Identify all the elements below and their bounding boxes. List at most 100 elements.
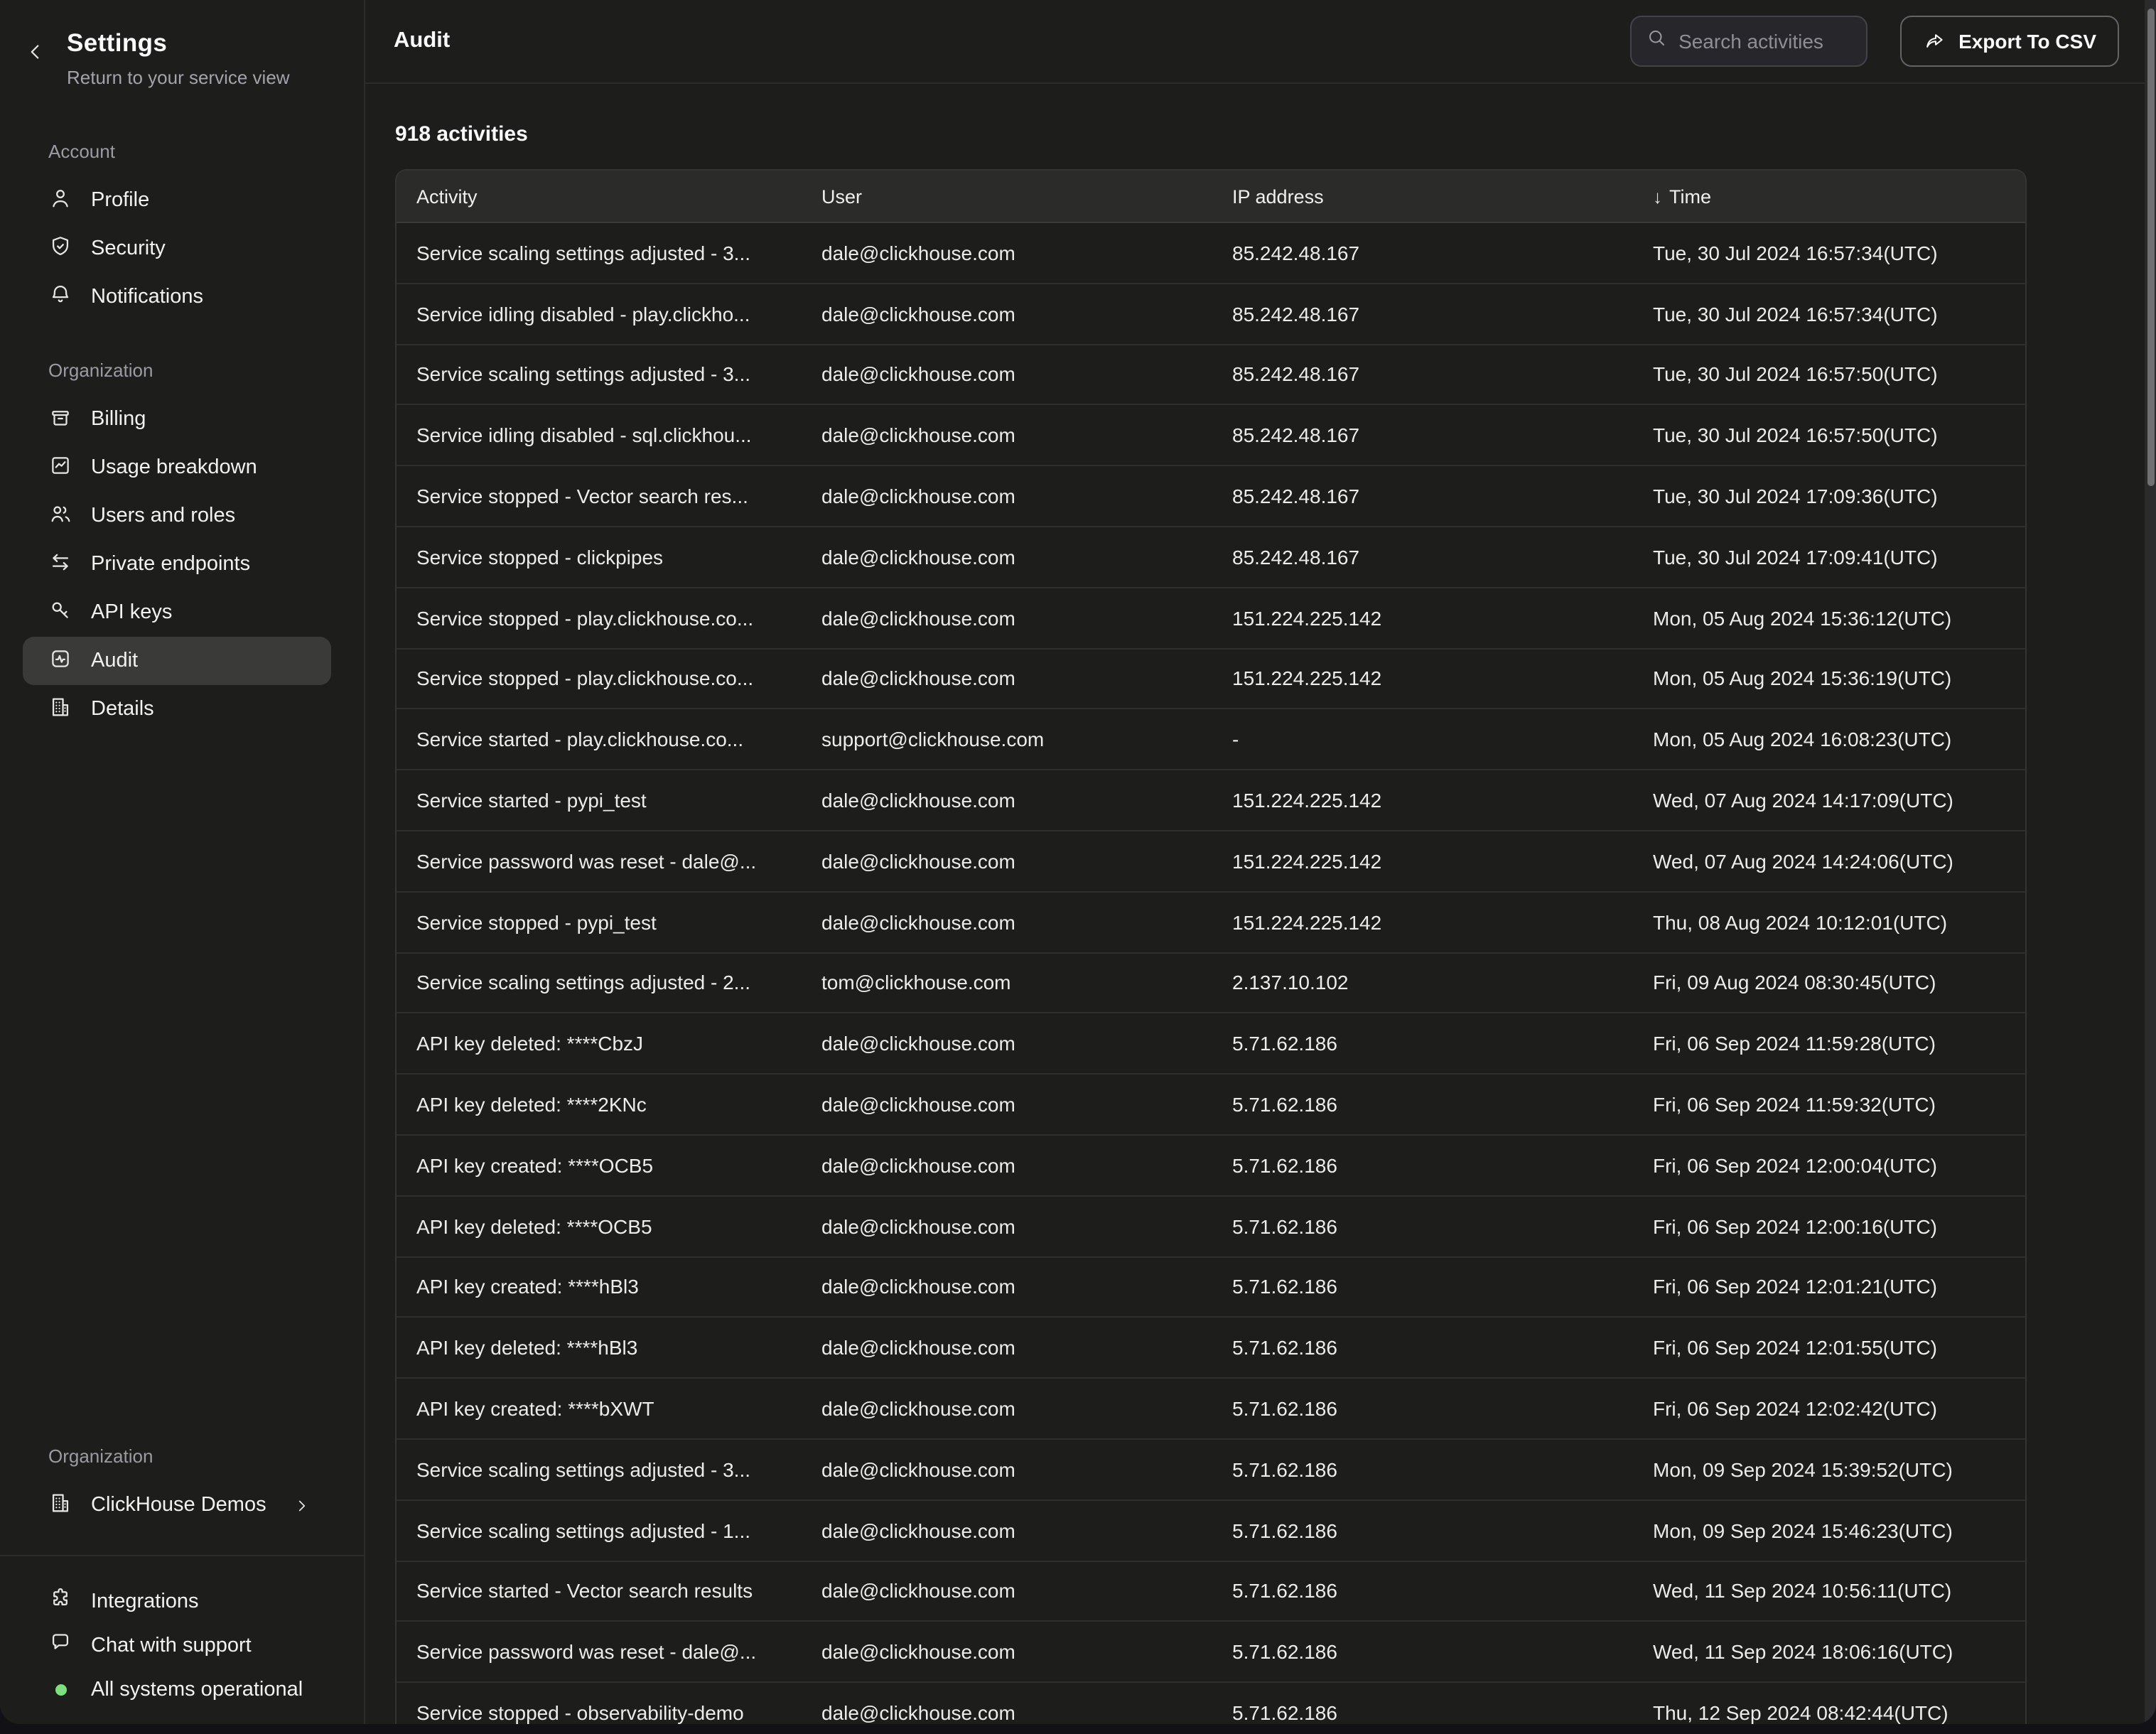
sidebar-item-private-endpoints[interactable]: Private endpoints [23, 540, 331, 588]
window-bottom-edge [0, 1724, 2156, 1734]
sidebar-item-audit[interactable]: Audit [23, 637, 331, 685]
billing-box-icon [48, 404, 72, 434]
sidebar-item-api-keys[interactable]: API keys [23, 588, 331, 637]
ip-cell: 151.224.225.142 [1212, 910, 1633, 933]
activity-cell: Service scaling settings adjusted - 3... [397, 363, 802, 386]
time-cell: Mon, 05 Aug 2024 16:08:23(UTC) [1633, 728, 2028, 751]
time-cell: Fri, 06 Sep 2024 12:02:42(UTC) [1633, 1397, 2028, 1420]
sidebar-item-label: Billing [91, 408, 146, 431]
table-row: Service scaling settings adjusted - 3...… [397, 1438, 2025, 1499]
activity-cell: Service stopped - play.clickhouse.co... [397, 667, 802, 690]
sidebar-item-usage-breakdown[interactable]: Usage breakdown [23, 443, 331, 492]
account-section-label: Account [48, 141, 364, 162]
table-row: API key created: ****hBl3 dale@clickhous… [397, 1256, 2025, 1317]
audit-table-header: Activity User IP address ↓Time [397, 171, 2025, 222]
sidebar-item-security[interactable]: Security [23, 225, 331, 273]
activity-cell: Service scaling settings adjusted - 2... [397, 971, 802, 994]
sidebar-item-label: Usage breakdown [91, 456, 257, 479]
sidebar-item-label: Integrations [91, 1590, 199, 1612]
system-status[interactable]: All systems operational [23, 1667, 331, 1711]
ip-cell: - [1212, 728, 1633, 751]
time-cell: Fri, 06 Sep 2024 11:59:32(UTC) [1633, 1093, 2028, 1116]
organization-switcher[interactable]: ClickHouse Demos [23, 1481, 331, 1529]
time-cell: Thu, 08 Aug 2024 10:12:01(UTC) [1633, 910, 2028, 933]
activity-cell: Service password was reset - dale@... [397, 850, 802, 873]
organization-name: ClickHouse Demos [91, 1494, 266, 1517]
return-to-service-link[interactable]: Return to your service view [67, 67, 364, 88]
user-cell: tom@clickhouse.com [802, 971, 1212, 994]
table-row: API key deleted: ****OCB5 dale@clickhous… [397, 1195, 2025, 1256]
sidebar-item-label: Private endpoints [91, 553, 250, 576]
ip-cell: 5.71.62.186 [1212, 1519, 1633, 1541]
sidebar-item-chat-with-support[interactable]: Chat with support [23, 1623, 331, 1667]
audit-content: 918 activities Activity User IP address … [365, 84, 2156, 1724]
time-cell: Tue, 30 Jul 2024 16:57:50(UTC) [1633, 424, 2028, 447]
sidebar-divider [0, 1555, 364, 1579]
sidebar-item-label: Details [91, 698, 154, 721]
user-cell: dale@clickhouse.com [802, 606, 1212, 629]
sort-desc-icon: ↓ [1653, 185, 1662, 207]
sidebar-item-integrations[interactable]: Integrations [23, 1579, 331, 1623]
table-row: Service password was reset - dale@... da… [397, 1621, 2025, 1682]
time-cell: Thu, 12 Sep 2024 08:42:44(UTC) [1633, 1701, 2028, 1724]
time-cell: Wed, 07 Aug 2024 14:17:09(UTC) [1633, 789, 2028, 812]
sidebar-item-users-and-roles[interactable]: Users and roles [23, 492, 331, 540]
user-cell: dale@clickhouse.com [802, 424, 1212, 447]
user-cell: dale@clickhouse.com [802, 850, 1212, 873]
ip-cell: 85.242.48.167 [1212, 363, 1633, 386]
time-cell: Fri, 06 Sep 2024 12:01:21(UTC) [1633, 1276, 2028, 1298]
ip-cell: 5.71.62.186 [1212, 1397, 1633, 1420]
table-row: Service scaling settings adjusted - 3...… [397, 222, 2025, 283]
ip-cell: 5.71.62.186 [1212, 1640, 1633, 1663]
sidebar-item-details[interactable]: Details [23, 685, 331, 733]
time-cell: Tue, 30 Jul 2024 17:09:36(UTC) [1633, 485, 2028, 507]
time-cell: Fri, 06 Sep 2024 12:00:04(UTC) [1633, 1154, 2028, 1177]
table-row: Service stopped - clickpipes dale@clickh… [397, 526, 2025, 587]
table-row: Service scaling settings adjusted - 2...… [397, 952, 2025, 1013]
table-row: API key deleted: ****hBl3 dale@clickhous… [397, 1317, 2025, 1378]
shield-check-icon [48, 234, 72, 264]
column-header-activity: Activity [397, 185, 802, 207]
audit-activity-icon [48, 646, 72, 676]
time-cell: Tue, 30 Jul 2024 16:57:50(UTC) [1633, 363, 2028, 386]
column-header-time[interactable]: ↓Time [1633, 185, 2028, 207]
sidebar-item-billing[interactable]: Billing [23, 395, 331, 443]
export-icon [1923, 28, 1946, 55]
activity-cell: Service started - play.clickhouse.co... [397, 728, 802, 751]
time-cell: Mon, 05 Aug 2024 15:36:12(UTC) [1633, 606, 2028, 629]
user-cell: dale@clickhouse.com [802, 1640, 1212, 1663]
chat-bubble-icon [48, 1630, 72, 1660]
activity-cell: Service password was reset - dale@... [397, 1640, 802, 1663]
settings-app: Settings Return to your service view Acc… [0, 0, 2156, 1724]
table-row: Service started - pypi_test dale@clickho… [397, 769, 2025, 830]
ip-cell: 2.137.10.102 [1212, 971, 1633, 994]
sidebar-item-notifications[interactable]: Notifications [23, 273, 331, 321]
sidebar-item-profile[interactable]: Profile [23, 176, 331, 225]
time-cell: Fri, 06 Sep 2024 12:00:16(UTC) [1633, 1215, 2028, 1237]
scrollbar-thumb[interactable] [2147, 9, 2154, 486]
ip-cell: 5.71.62.186 [1212, 1580, 1633, 1603]
ip-cell: 5.71.62.186 [1212, 1276, 1633, 1298]
search-input[interactable] [1678, 30, 1852, 53]
time-cell: Tue, 30 Jul 2024 16:57:34(UTC) [1633, 302, 2028, 325]
ip-cell: 85.242.48.167 [1212, 242, 1633, 264]
table-row: Service stopped - observability-demo dal… [397, 1681, 2025, 1724]
activity-cell: API key created: ****bXWT [397, 1397, 802, 1420]
audit-table-body: Service scaling settings adjusted - 3...… [397, 222, 2025, 1724]
export-to-csv-button[interactable]: Export To CSV [1900, 16, 2119, 67]
user-cell: dale@clickhouse.com [802, 546, 1212, 569]
activity-cell: Service stopped - Vector search res... [397, 485, 802, 507]
table-row: Service scaling settings adjusted - 3...… [397, 343, 2025, 404]
time-cell: Fri, 06 Sep 2024 12:01:55(UTC) [1633, 1336, 2028, 1359]
ip-cell: 151.224.225.142 [1212, 789, 1633, 812]
back-chevron-icon[interactable] [23, 40, 47, 64]
activity-cell: Service scaling settings adjusted - 3... [397, 242, 802, 264]
activity-cell: Service stopped - play.clickhouse.co... [397, 606, 802, 629]
key-icon [48, 598, 72, 628]
page-title: Audit [394, 28, 450, 54]
search-activities-box[interactable] [1630, 16, 1867, 67]
time-cell: Fri, 06 Sep 2024 11:59:28(UTC) [1633, 1033, 2028, 1055]
time-cell: Wed, 07 Aug 2024 14:24:06(UTC) [1633, 850, 2028, 873]
user-cell: dale@clickhouse.com [802, 1154, 1212, 1177]
activity-cell: Service stopped - clickpipes [397, 546, 802, 569]
